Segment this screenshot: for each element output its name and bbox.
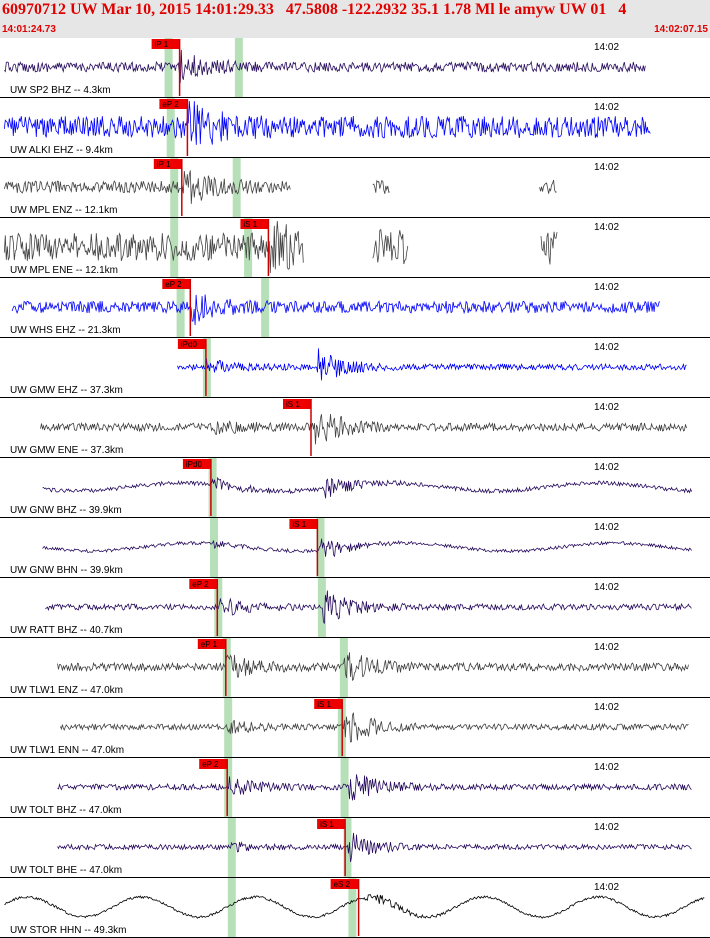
phase-pick-label: iS 1	[243, 220, 257, 229]
station-label: UW ALKI EHZ -- 9.4km	[10, 145, 113, 156]
seismogram-panel[interactable]: eP 2 14:02 UW TOLT BHZ -- 47.0km	[0, 758, 710, 818]
seismogram-panel[interactable]: iPd0 14:02 UW GMW EHZ -- 37.3km	[0, 338, 710, 398]
station-label: UW TLW1 ENN -- 47.0km	[10, 745, 124, 756]
seismogram-panel[interactable]: eS 2 14:02 UW STOR HHN -- 49.3km	[0, 878, 710, 938]
time-tick-label: 14:02	[594, 582, 619, 593]
time-tick-label: 14:02	[594, 42, 619, 53]
waveform-trace	[11, 294, 661, 326]
time-tick-label: 14:02	[594, 642, 619, 653]
phase-pick-label: eP 1	[201, 640, 218, 649]
phase-pick-label: iPd0	[186, 460, 203, 469]
waveform-trace	[372, 228, 409, 265]
time-tick-label: 14:02	[594, 882, 619, 893]
seismogram-panel[interactable]: iS 1 14:02 UW GMW ENE -- 37.3km	[0, 399, 710, 458]
waveform-trace	[540, 231, 558, 265]
pick-window-band	[227, 878, 236, 938]
waveform-trace	[177, 348, 687, 381]
time-tick-label: 14:02	[594, 522, 619, 533]
pick-window-band	[227, 818, 236, 878]
seismogram-canvas[interactable]: iP 1 14:02 UW SP2 BHZ -- 4.3km eP 2 14:02 UW …	[0, 38, 710, 938]
station-label: UW GMW EHZ -- 37.3km	[10, 385, 123, 396]
time-tick-label: 14:02	[594, 762, 619, 773]
waveform-trace	[372, 179, 391, 194]
phase-pick-label: iS 1	[286, 400, 300, 409]
time-tick-label: 14:02	[594, 702, 619, 713]
time-tick-label: 14:02	[594, 342, 619, 353]
waveform-trace	[3, 49, 646, 83]
seismogram-panel[interactable]: iS 1 14:02 UW MPL ENE -- 12.1km	[0, 218, 710, 278]
waveform-trace	[539, 179, 557, 194]
time-tick-label: 14:02	[594, 822, 619, 833]
station-label: UW MPL ENE -- 12.1km	[10, 265, 118, 276]
phase-pick-label: eP 2	[202, 760, 219, 769]
seismogram-panel[interactable]: eP 2 14:02 UW WHS EHZ -- 21.3km	[0, 278, 710, 338]
phase-pick-label: iS 1	[292, 520, 306, 529]
station-label: UW SP2 BHZ -- 4.3km	[10, 85, 111, 96]
phase-pick-label: eP 2	[162, 100, 179, 109]
phase-pick-label: iPd0	[181, 340, 198, 349]
seismogram-panel[interactable]: iS 1 14:02 UW TLW1 ENN -- 47.0km	[0, 698, 710, 758]
station-label: UW STOR HHN -- 49.3km	[10, 925, 127, 936]
time-tick-label: 14:02	[594, 282, 619, 293]
station-label: UW GNW BHZ -- 39.9km	[10, 505, 122, 516]
time-tick-label: 14:02	[594, 102, 619, 113]
station-label: UW RATT BHZ -- 40.7km	[10, 625, 122, 636]
seismogram-stack[interactable]: iP 1 14:02 UW SP2 BHZ -- 4.3km eP 2 14:02 UW …	[0, 38, 710, 938]
seismogram-panel[interactable]: iP 1 14:02 UW SP2 BHZ -- 4.3km	[0, 38, 710, 98]
seismogram-panel[interactable]: iS 1 14:02 UW GNW BHN -- 39.9km	[0, 518, 710, 578]
pick-window-band	[232, 158, 241, 218]
station-label: UW WHS EHZ -- 21.3km	[10, 325, 121, 336]
event-title: 60970712 UW Mar 10, 2015 14:01:29.33 47.…	[2, 1, 627, 18]
pick-window-band	[210, 518, 218, 578]
seismogram-panel[interactable]: eP 1 14:02 UW TLW1 ENZ -- 47.0km	[0, 638, 710, 698]
waveform-trace	[3, 170, 291, 204]
station-label: UW GNW BHN -- 39.9km	[10, 565, 123, 576]
waveform-trace	[40, 413, 687, 445]
phase-pick-label: eP 2	[165, 280, 182, 289]
waveform-trace	[57, 652, 689, 682]
waveform-trace	[3, 100, 651, 145]
phase-pick-label: iS 1	[317, 700, 331, 709]
waveform-trace	[42, 538, 692, 558]
seismogram-panel[interactable]: iP 1 14:02 UW MPL ENZ -- 12.1km	[0, 158, 710, 218]
phase-pick-label: eP 2	[192, 580, 209, 589]
seismogram-panel[interactable]: eP 2 14:02 UW ALKI EHZ -- 9.4km	[0, 98, 710, 158]
time-tick-label: 14:02	[594, 402, 619, 413]
time-tick-label: 14:02	[594, 222, 619, 233]
phase-pick-label: iP 1	[155, 40, 169, 49]
window-end-time: 14:02:07.15	[654, 24, 708, 35]
station-label: UW MPL ENZ -- 12.1km	[10, 205, 117, 216]
phase-pick-label: iP 1	[157, 160, 171, 169]
waveform-trace	[45, 590, 692, 624]
seismogram-panel[interactable]: iPd0 14:02 UW GNW BHZ -- 39.9km	[0, 458, 710, 518]
waveform-trace	[57, 832, 692, 862]
phase-pick-label: eS 2	[334, 880, 351, 889]
time-tick-label: 14:02	[594, 162, 619, 173]
seismogram-panel[interactable]: eP 2 14:02 UW RATT BHZ -- 40.7km	[0, 578, 710, 638]
waveform-trace	[42, 476, 692, 499]
seismogram-panel[interactable]: iS 1 14:02 UW TOLT BHE -- 47.0km	[0, 818, 710, 878]
station-label: UW GMW ENE -- 37.3km	[10, 445, 123, 456]
phase-pick-label: iS 1	[320, 820, 334, 829]
event-header: 60970712 UW Mar 10, 2015 14:01:29.33 47.…	[0, 0, 710, 38]
waveform-trace	[57, 774, 692, 801]
station-label: UW TOLT BHZ -- 47.0km	[10, 805, 122, 816]
time-tick-label: 14:02	[594, 462, 619, 473]
station-label: UW TLW1 ENZ -- 47.0km	[10, 685, 123, 696]
waveform-trace	[60, 712, 689, 743]
window-start-time: 14:01:24.73	[2, 24, 56, 35]
station-label: UW TOLT BHE -- 47.0km	[10, 865, 122, 876]
